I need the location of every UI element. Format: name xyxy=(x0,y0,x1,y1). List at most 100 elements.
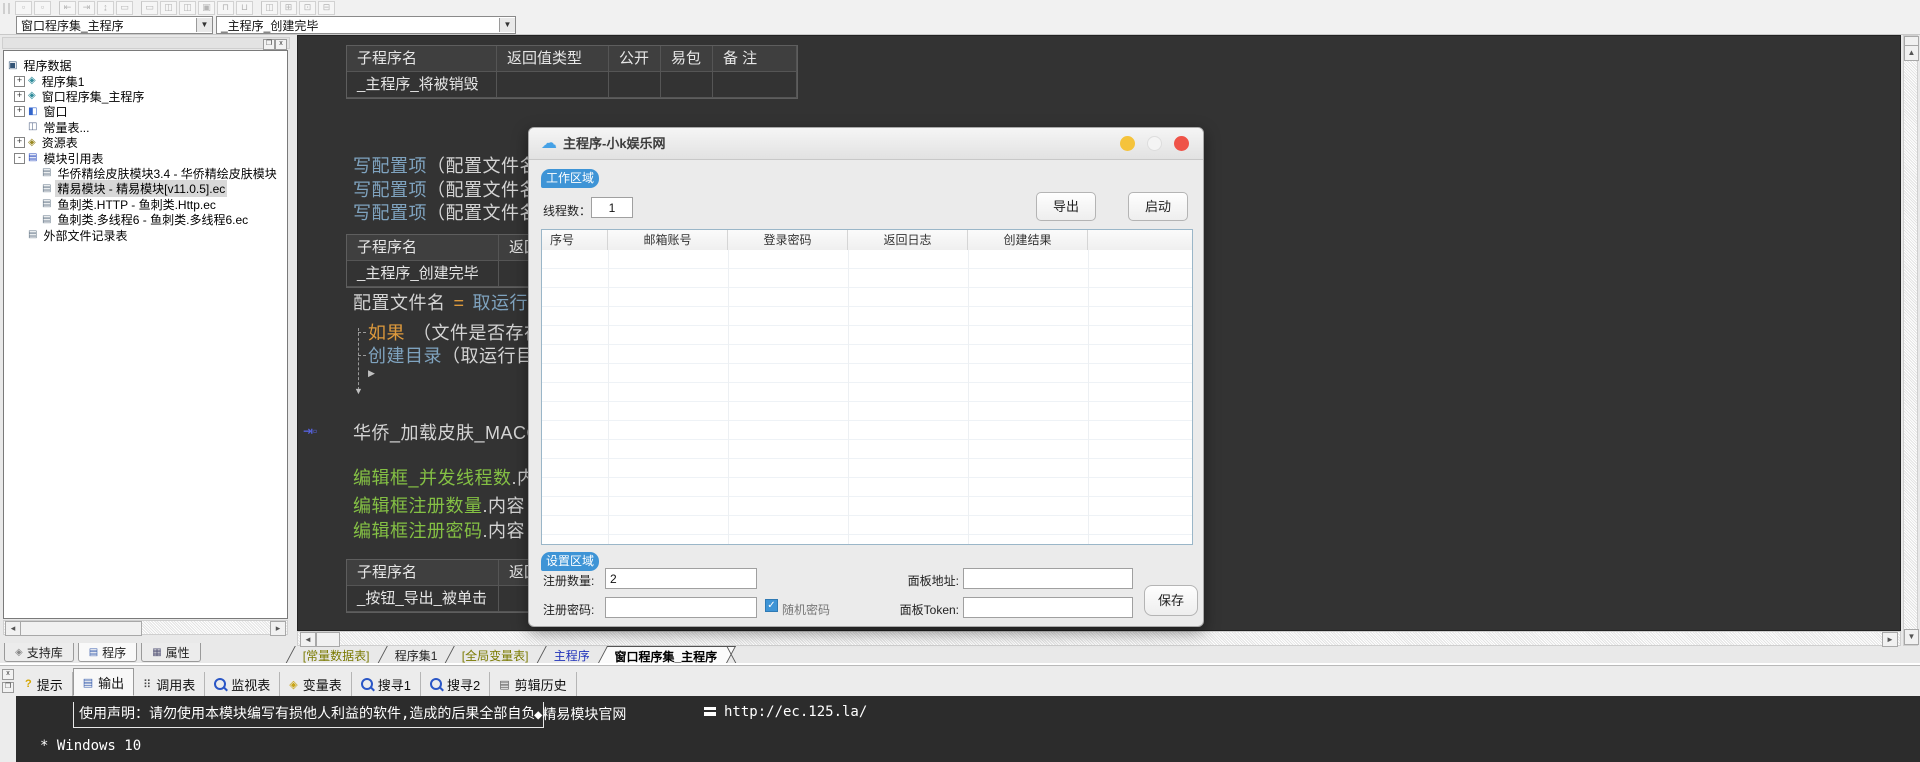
tree-item-module-http[interactable]: ▤ 鱼刺类.HTTP - 鱼刺类.Http.ec xyxy=(4,197,287,212)
panel-address-input[interactable] xyxy=(963,568,1133,589)
export-button[interactable]: 导出 xyxy=(1036,192,1096,221)
tree-item-window[interactable]: + ◧ 窗口 xyxy=(4,104,287,119)
table-cell xyxy=(497,72,609,98)
tab-watch-table[interactable]: 监视表 xyxy=(205,672,280,696)
panel-restore-button[interactable]: ❐ xyxy=(263,39,275,50)
column-header[interactable]: 序号 xyxy=(542,230,608,250)
tree-item-module-refs[interactable]: - ▤ 模块引用表 xyxy=(4,150,287,165)
thread-count-input[interactable] xyxy=(591,197,633,218)
column-header[interactable]: 返回日志 xyxy=(848,230,968,250)
tab-search1[interactable]: 搜寻1 xyxy=(352,672,421,696)
scroll-right-icon[interactable]: ▸ xyxy=(270,621,286,636)
scope-combo[interactable]: 窗口程序集_主程序 ▼ xyxy=(16,16,213,34)
tree-item-external-files[interactable]: ▤ 外部文件记录表 xyxy=(4,227,287,242)
tree-item-module-thread[interactable]: ▤ 鱼刺类.多线程6 - 鱼刺类.多线程6.ec xyxy=(4,212,287,227)
expander-icon[interactable]: + xyxy=(14,91,25,102)
tab-call-table[interactable]: ⠿调用表 xyxy=(134,672,205,696)
column-header[interactable]: 邮箱账号 xyxy=(608,230,728,250)
align-tool-icon[interactable]: ◫ xyxy=(160,1,177,15)
align-tool-icon[interactable]: ◫ xyxy=(179,1,196,15)
panel-close-button[interactable]: x xyxy=(2,669,14,680)
align-tool-icon[interactable]: ⇤ xyxy=(59,1,76,15)
editor-vertical-scrollbar[interactable]: ▲ ▼ xyxy=(1903,35,1918,646)
reg-password-input[interactable] xyxy=(605,597,757,618)
tab-main-program[interactable]: 主程序 xyxy=(536,646,607,664)
column-header[interactable]: 创建结果 xyxy=(968,230,1088,250)
expander-icon[interactable]: + xyxy=(14,137,25,148)
scroll-right-icon[interactable]: ► xyxy=(1882,632,1898,647)
tree-horizontal-scrollbar[interactable]: ◂ ▸ xyxy=(3,620,288,635)
editor-horizontal-scrollbar[interactable]: ◄ ► xyxy=(297,631,1901,646)
scroll-up-icon[interactable]: ▲ xyxy=(1904,45,1919,61)
tree-item-const-table[interactable]: ◫ 常量表... xyxy=(4,120,287,135)
listview-body[interactable] xyxy=(542,250,1192,544)
align-tool-icon[interactable]: ⇥ xyxy=(78,1,95,15)
tree-item-module-skin[interactable]: ▤ 华侨精绘皮肤模块3.4 - 华侨精绘皮肤模块 xyxy=(4,166,287,181)
tree-item-program-data[interactable]: ▣ 程序数据 xyxy=(4,58,287,73)
reg-password-label: 注册密码: xyxy=(543,601,594,618)
align-tool-icon[interactable]: ⊞ xyxy=(280,1,297,15)
panel-token-input[interactable] xyxy=(963,597,1133,618)
project-tree[interactable]: ▣ 程序数据 + ◈ 程序集1 + ◈ 窗口程序集_主程序 + ◧ 窗口 ◫ 常… xyxy=(3,50,288,619)
scrollbar-thumb[interactable] xyxy=(20,621,142,636)
panel-close-button[interactable]: x xyxy=(275,39,287,50)
align-tool-icon[interactable]: ▫ xyxy=(15,1,32,15)
tab-variable-table[interactable]: ◈变量表 xyxy=(280,672,351,696)
dialog-titlebar[interactable]: ☁ 主程序-小k娱乐网 xyxy=(529,128,1203,160)
tab-output[interactable]: ▤输出 xyxy=(73,668,134,696)
tab-support-libs[interactable]: ◈ 支持库 xyxy=(4,643,74,662)
tab-search2[interactable]: 搜寻2 xyxy=(421,672,490,696)
scroll-left-icon[interactable]: ◂ xyxy=(5,621,21,636)
align-tool-icon[interactable]: ⊔ xyxy=(236,1,253,15)
tab-program[interactable]: ▤ 程序 xyxy=(78,643,137,662)
tab-properties[interactable]: ▦ 属性 xyxy=(141,643,200,662)
maximize-button[interactable] xyxy=(1147,136,1162,151)
reg-count-input[interactable] xyxy=(605,568,757,589)
output-console[interactable]: 使用声明：请勿使用本模块编写有损他人利益的软件,造成的后果全部自负 ◆精易模块官… xyxy=(16,696,1920,762)
tab-hint[interactable]: ?提示 xyxy=(16,672,73,696)
assembly-icon: ◈ xyxy=(28,75,36,87)
minimize-button[interactable] xyxy=(1120,136,1135,151)
panel-pin-button[interactable]: ❐ xyxy=(2,682,14,693)
tab-label: 提示 xyxy=(37,675,63,694)
tab-global-vars[interactable]: [全局变量表] xyxy=(445,646,546,664)
align-tool-icon[interactable]: ⊓ xyxy=(217,1,234,15)
close-button[interactable] xyxy=(1174,136,1189,151)
column-header[interactable]: 登录密码 xyxy=(728,230,848,250)
toolbar-grip[interactable] xyxy=(3,3,10,14)
expander-icon[interactable]: + xyxy=(14,106,25,117)
scrollbar-thumb[interactable] xyxy=(316,632,340,647)
tab-clip-history[interactable]: ▤剪辑历史 xyxy=(490,672,576,696)
align-tool-icon[interactable]: ▣ xyxy=(198,1,215,15)
tree-item-assembly1[interactable]: + ◈ 程序集1 xyxy=(4,73,287,88)
chevron-down-icon[interactable]: ▼ xyxy=(499,18,515,32)
module-site-url[interactable]: http://ec.125.la/ xyxy=(724,704,867,720)
align-tool-icon[interactable]: ▫ xyxy=(34,1,51,15)
expander-icon[interactable]: + xyxy=(14,76,25,87)
bookmark-icon[interactable]: ⇥▫ xyxy=(303,424,317,438)
tab-const-data-table[interactable]: [常量数据表] xyxy=(285,646,386,664)
align-tool-icon[interactable]: ↨ xyxy=(97,1,114,15)
event-combo[interactable]: _主程序_创建完毕 ▼ xyxy=(216,16,516,34)
tree-item-resource-table[interactable]: + ◈ 资源表 xyxy=(4,135,287,150)
align-tool-icon[interactable]: ⊡ xyxy=(299,1,316,15)
account-listview[interactable]: 序号 邮箱账号 登录密码 返回日志 创建结果 xyxy=(541,229,1193,545)
start-button[interactable]: 启动 xyxy=(1128,192,1188,221)
magnifier-icon xyxy=(214,678,226,690)
align-tool-icon[interactable]: ▭ xyxy=(141,1,158,15)
random-password-checkbox[interactable]: ✓ xyxy=(765,599,778,612)
tree-item-module-jingyi[interactable]: ▤ 精易模块 - 精易模块[v11.0.5].ec xyxy=(4,181,287,196)
expander-icon[interactable]: - xyxy=(14,153,25,164)
listview-header: 序号 邮箱账号 登录密码 返回日志 创建结果 xyxy=(542,230,1192,251)
panel-titlebar[interactable]: ❐ x xyxy=(2,37,290,49)
align-tool-icon[interactable]: ▭ xyxy=(116,1,133,15)
scroll-down-icon[interactable]: ▼ xyxy=(1904,629,1919,645)
flow-arrow-icon: ▼ xyxy=(354,386,363,396)
align-tool-icon[interactable]: ⊟ xyxy=(318,1,335,15)
chevron-down-icon[interactable]: ▼ xyxy=(196,18,212,32)
tab-assembly1[interactable]: 程序集1 xyxy=(377,646,454,664)
save-button[interactable]: 保存 xyxy=(1144,585,1198,616)
tree-item-window-assembly[interactable]: + ◈ 窗口程序集_主程序 xyxy=(4,89,287,104)
align-tool-icon[interactable]: ◫ xyxy=(261,1,278,15)
scroll-left-icon[interactable]: ◄ xyxy=(300,632,316,647)
